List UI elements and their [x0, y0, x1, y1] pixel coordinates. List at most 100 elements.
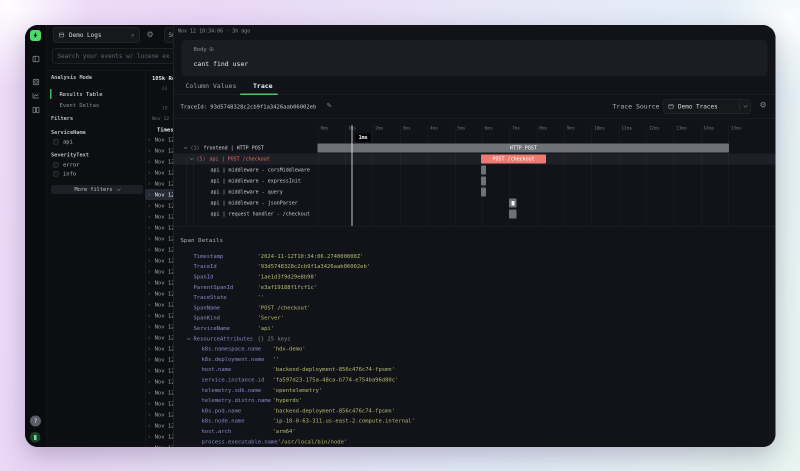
result-row-timestamp: Nov 12: [155, 169, 175, 176]
detail-row[interactable]: SpanKind'Server': [174, 313, 776, 323]
result-row-timestamp: Nov 12: [155, 136, 175, 143]
span-row[interactable]: api | middleware - corsMiddleware: [211, 165, 310, 176]
result-row-timestamp: Nov 12: [155, 268, 175, 275]
checkbox[interactable]: [53, 139, 59, 145]
filter-option-api[interactable]: api: [47, 137, 145, 147]
checkbox[interactable]: [53, 171, 59, 177]
span-details-title: Span Details: [181, 237, 224, 244]
detail-row[interactable]: k8s.pod.name'backend-deployment-856c476c…: [174, 406, 776, 416]
span-row[interactable]: (5)api | POST /checkout: [191, 154, 270, 165]
detail-row[interactable]: ResourceAttributes{} 25 keys: [174, 333, 776, 343]
source-select[interactable]: Demo Logs ✕: [53, 27, 140, 43]
detail-value: {} 25 keys: [258, 335, 291, 342]
time-axis-tick: 7ms: [512, 126, 520, 131]
detail-row[interactable]: TraceId'93d5748328c2cb9f1a3426aab06002eb…: [174, 261, 776, 271]
detail-key: SpanName: [194, 304, 258, 311]
collection-icon: [668, 104, 674, 110]
time-axis-tick: 3ms: [403, 126, 411, 131]
span-row[interactable]: api | middleware - query: [211, 187, 283, 198]
result-row-timestamp: Nov 12: [155, 411, 175, 418]
span-details-rows: Timestamp'2024-11-12T10:34:06.274000000Z…: [174, 251, 776, 447]
span-row[interactable]: api | request handler - /checkout: [211, 209, 310, 220]
time-axis-tick: 8ms: [539, 126, 547, 131]
detail-key: SpanKind: [194, 315, 258, 322]
detail-row[interactable]: k8s.namespace.name'hdx-demo': [174, 344, 776, 354]
span-duration-bar[interactable]: POST /checkout: [481, 155, 546, 164]
sidebar-item-search[interactable]: [32, 55, 40, 63]
detail-row[interactable]: process.executable.name'/usr/local/bin/n…: [174, 436, 776, 446]
span-duration-bar[interactable]: [509, 199, 516, 208]
detail-row[interactable]: Timestamp'2024-11-12T10:34:06.274000000Z…: [174, 251, 776, 261]
tab-trace[interactable]: Trace: [253, 83, 273, 91]
nav-rail: ?: [25, 25, 47, 447]
chevron-down-icon[interactable]: [184, 145, 188, 149]
detail-key: k8s.namespace.name: [202, 346, 273, 353]
span-duration-bar[interactable]: [509, 210, 516, 219]
chevron-right-icon: ›: [148, 367, 152, 374]
detail-key: k8s.node.name: [202, 418, 273, 425]
user-avatar[interactable]: [30, 432, 41, 443]
chevron-right-icon: ›: [148, 213, 152, 220]
result-row-timestamp: Nov 12: [155, 323, 175, 330]
analysis-mode-event-deltas[interactable]: Event Deltas: [47, 100, 145, 111]
detail-row[interactable]: service.instance.id'fa597d23-175a-48ca-b…: [174, 375, 776, 385]
detail-row[interactable]: ServiceName'api': [174, 323, 776, 333]
span-row[interactable]: api | middleware - jsonParser: [211, 198, 298, 209]
hyperdx-logo[interactable]: [30, 30, 41, 41]
tree-indent-guide: [194, 165, 195, 227]
span-row[interactable]: (1)frontend | HTTP POST: [185, 143, 264, 154]
desktop-background: ? Demo Logs ✕ ⚙ SQL Search your events w…: [0, 0, 800, 471]
time-axis-tick: 11ms: [621, 126, 632, 131]
detail-row[interactable]: k8s.deployment.name'': [174, 354, 776, 364]
span-duration-bar[interactable]: HTTP POST: [318, 144, 730, 153]
sidebar-item-chart-explorer[interactable]: [32, 92, 40, 100]
span-duration-bar[interactable]: [481, 188, 486, 197]
sidebar-item-sessions[interactable]: [32, 106, 40, 114]
help-button[interactable]: ?: [30, 416, 41, 427]
filters-title: Filters: [51, 116, 73, 122]
more-filters-button[interactable]: More filters: [51, 185, 143, 194]
filter-option-info[interactable]: info: [47, 169, 145, 179]
detail-key: host.name: [202, 366, 273, 373]
result-row-timestamp: Nov 12: [155, 180, 175, 187]
tab-column-values[interactable]: Column Values: [186, 83, 237, 91]
detail-row[interactable]: telemetry.distro.name'hyperdx': [174, 395, 776, 405]
chevron-right-icon: ›: [148, 268, 152, 275]
result-row-timestamp: Nov 12: [155, 378, 175, 385]
chevron-right-icon: ›: [148, 224, 152, 231]
span-row[interactable]: api | middleware - expressInit: [211, 176, 301, 187]
gear-icon[interactable]: ⚙: [760, 101, 767, 109]
detail-row[interactable]: host.name'backend-deployment-856c476c74-…: [174, 364, 776, 374]
circled-plus-icon[interactable]: ⊕: [209, 46, 214, 53]
analysis-mode-results-table[interactable]: Results Table: [47, 89, 145, 100]
detail-key: telemetry.distro.name: [202, 397, 273, 404]
chevron-down-icon[interactable]: [187, 336, 191, 340]
trace-waterfall: 0ms1ms2ms3ms4ms5ms6ms7ms8ms9ms10ms11ms12…: [174, 119, 776, 226]
grid-line: [674, 125, 675, 226]
detail-row[interactable]: host.arch'arm64': [174, 426, 776, 436]
detail-row[interactable]: TraceState'': [174, 292, 776, 302]
checkbox-label: api: [63, 138, 73, 145]
detail-row[interactable]: k8s.node.name'ip-10-0-63-311.us-east-2.c…: [174, 416, 776, 426]
sidebar-item-dashboards[interactable]: [32, 78, 40, 86]
analysis-mode-item-label: Event Deltas: [60, 102, 100, 109]
gear-icon[interactable]: ⚙: [147, 31, 154, 39]
detail-row[interactable]: telemetry.sdk.name'opentelemetry': [174, 385, 776, 395]
chevron-right-icon: ›: [148, 334, 152, 341]
detail-value: 'POST /checkout': [258, 304, 311, 311]
grid-line: [728, 125, 729, 226]
span-duration-bar[interactable]: [481, 166, 486, 175]
body-value: cant find user: [194, 61, 249, 69]
result-row-timestamp: Nov 12: [155, 301, 175, 308]
span-duration-bar[interactable]: [481, 177, 486, 186]
result-row-timestamp: Nov 12: [155, 202, 175, 209]
time-axis-tick: 14ms: [703, 126, 714, 131]
clear-source-icon[interactable]: ✕: [131, 32, 135, 39]
checkbox[interactable]: [53, 162, 59, 168]
trace-source-select[interactable]: Demo Traces: [664, 99, 751, 114]
detail-row[interactable]: ParentSpanId'e3af19188f1fcf1c': [174, 282, 776, 292]
detail-row[interactable]: SpanName'POST /checkout': [174, 303, 776, 313]
pencil-icon[interactable]: ✎: [327, 102, 332, 110]
detail-row[interactable]: SpanId'1ae1d3f9d29e8b98': [174, 272, 776, 282]
chevron-down-icon[interactable]: [190, 156, 194, 160]
